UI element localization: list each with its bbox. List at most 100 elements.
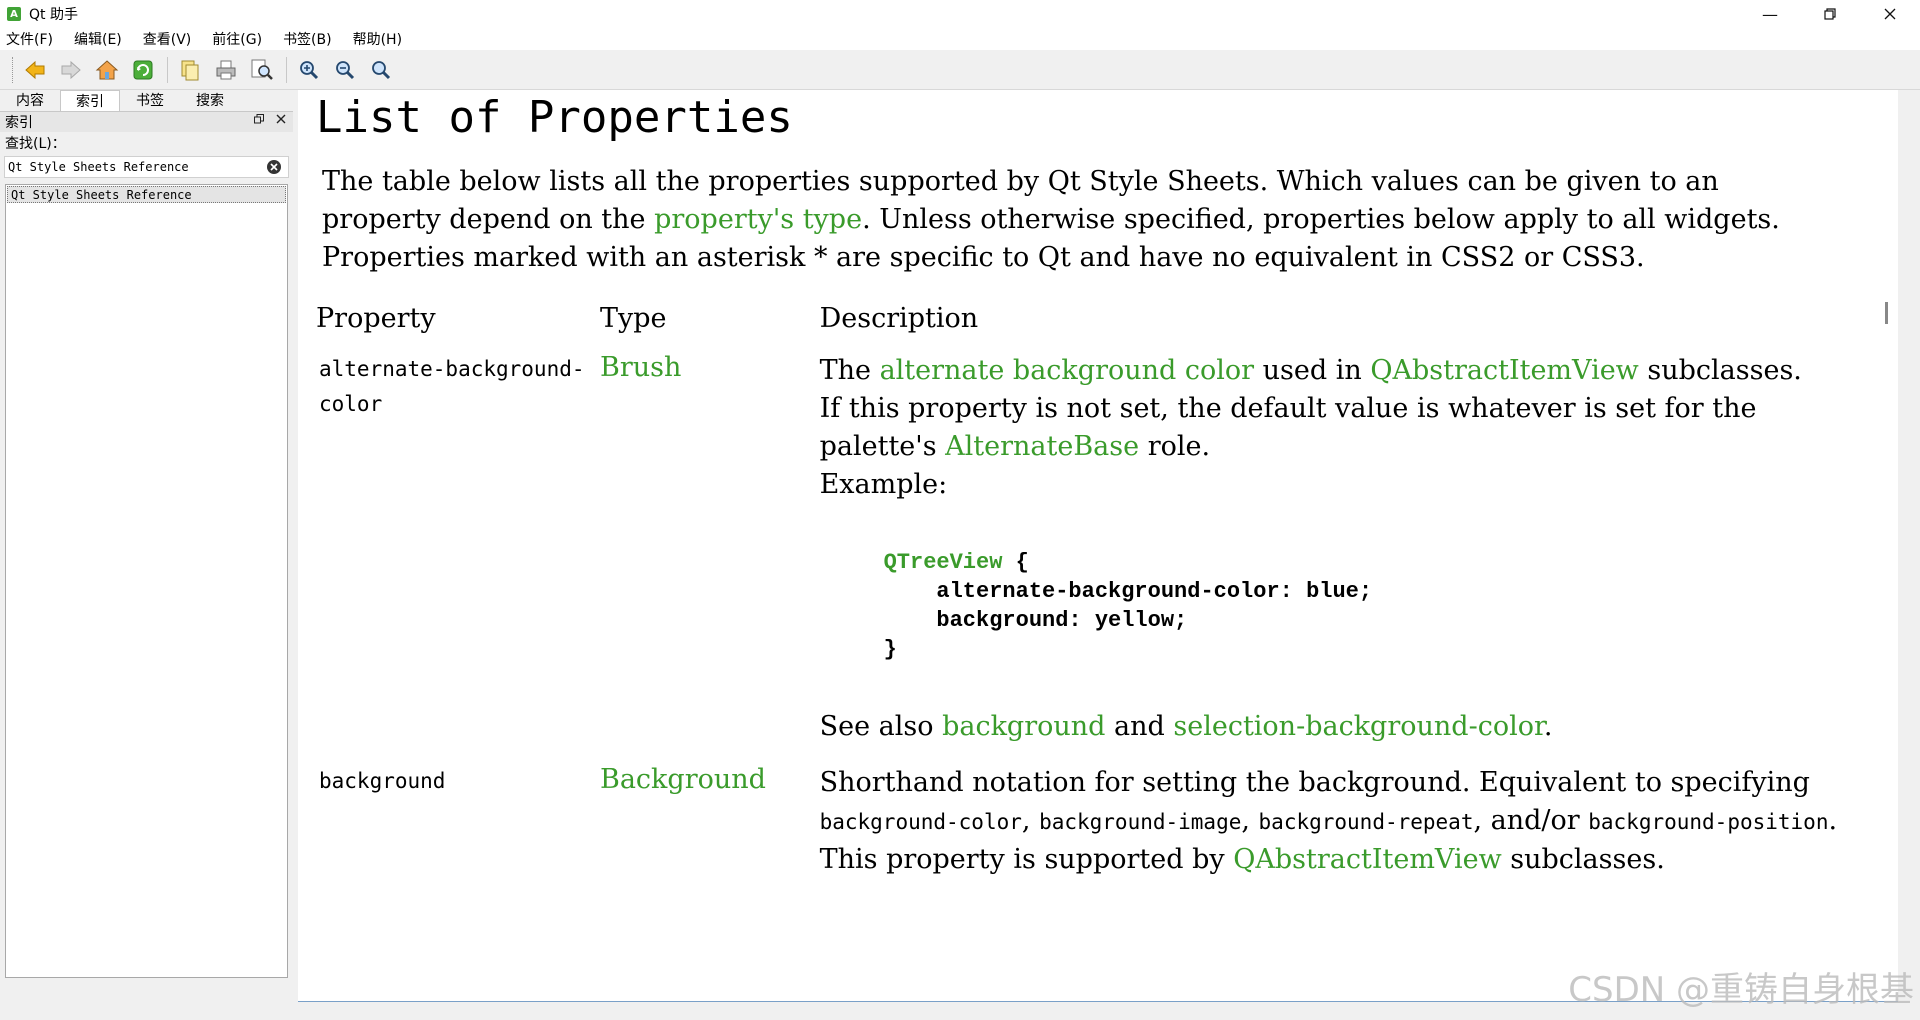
watermark: CSDN @重铸自身根基 [1568,970,1914,1010]
find-label: 查找(L)： [5,136,66,152]
scroll-thumb[interactable] [1885,302,1888,324]
qabstractitemview-link[interactable]: QAbstractItemView [1233,844,1501,875]
menu-help[interactable]: 帮助(H) [353,29,402,49]
menu-bar: 文件(F) 编辑(E) 查看(V) 前往(G) 书签(B) 帮助(H) [0,28,1920,50]
zoom-in-button[interactable] [295,56,323,84]
inline-code: background-color [819,810,1022,834]
inline-code: background-repeat [1258,810,1474,834]
property-name: background [319,769,446,793]
selection-background-color-link[interactable]: selection-background-color [1173,711,1544,742]
type-link[interactable]: Background [600,764,766,795]
zoom-in-icon [300,60,319,79]
alternate-background-color-link[interactable]: alternate background color [880,355,1255,386]
property-type-link[interactable]: property's type [654,204,862,235]
header-property: Property [316,303,436,334]
qabstractitemview-link[interactable]: QAbstractItemView [1370,355,1638,386]
table-row: alternate-background-color Brush The alt… [316,352,1876,764]
app-icon: A [7,7,21,21]
tab-search[interactable]: 搜索 [180,90,240,111]
copy-button[interactable] [176,56,204,84]
sync-button[interactable] [129,56,157,84]
clear-search-icon[interactable] [266,159,282,175]
document-view: List of Properties The table below lists… [298,90,1898,1002]
toolbar-grip[interactable] [12,56,15,83]
float-dock-button[interactable] [251,114,267,127]
menu-file[interactable]: 文件(F) [6,29,53,49]
code-example: QTreeView { alternate-background-color: … [884,548,1876,664]
home-icon [95,59,119,79]
see-also-text: . [1543,711,1553,742]
desc-text: , [1241,805,1259,836]
code-selector: QTreeView [883,550,1003,575]
search-input[interactable] [5,157,255,177]
minimize-button[interactable]: — [1740,0,1800,28]
dock-header: 索引 [0,112,293,132]
alternatebase-link[interactable]: AlternateBase [945,431,1139,462]
property-description: Shorthand notation for setting the backg… [820,764,1876,897]
close-icon [1884,8,1896,20]
copy-icon [181,60,199,80]
menu-view[interactable]: 查看(V) [143,29,192,49]
property-name: alternate-background-color [319,357,585,416]
page-title: List of Properties [316,92,793,143]
tab-bookmarks[interactable]: 书签 [120,90,180,111]
code-text: background: yellow; [883,608,1188,633]
float-icon [254,114,264,124]
header-type: Type [599,303,667,334]
code-text: alternate-background-color: blue; [883,579,1373,604]
inline-code: background-position [1588,810,1829,834]
dock-title: 索引 [5,115,33,131]
table-row: background Background Shorthand notation… [316,764,1876,897]
properties-table: Property Type Description alternate-back… [316,303,1876,897]
close-button[interactable] [1860,0,1920,28]
desc-text: used in [1254,355,1371,386]
home-button[interactable] [93,56,121,84]
menu-go[interactable]: 前往(G) [212,29,262,49]
close-icon [276,114,286,124]
forward-button[interactable] [57,56,85,84]
print-button[interactable] [212,56,240,84]
table-header-row: Property Type Description [316,303,1876,352]
list-item[interactable]: Qt Style Sheets Reference [7,186,286,203]
code-text: { [1002,550,1029,575]
zoom-out-icon [336,60,355,79]
see-also-text: See also [819,711,943,742]
tab-index[interactable]: 索引 [60,90,120,111]
menu-bookmarks[interactable]: 书签(B) [283,29,332,49]
sidebar-tabs: 内容 索引 书签 搜索 [0,90,293,112]
intro-paragraph: The table below lists all the properties… [322,163,1842,277]
desc-text: role. [1139,431,1211,462]
window-title: Qt 助手 [29,7,78,23]
inline-code: background-image [1039,810,1242,834]
vertical-scrollbar[interactable] [1876,90,1898,1002]
tab-contents[interactable]: 内容 [0,90,60,111]
desc-text: This property is supported by [819,844,1234,875]
restore-button[interactable] [1800,0,1860,28]
sync-icon [133,60,153,79]
desc-text: , and/or [1473,805,1589,836]
header-description: Description [819,303,979,334]
type-link[interactable]: Brush [600,352,681,383]
magnifier-icon [372,60,391,79]
find-in-text-button[interactable] [248,56,276,84]
toolbar-separator [167,56,168,83]
desc-text: subclasses. [1501,844,1665,875]
close-dock-button[interactable] [273,114,289,127]
code-text: } [883,637,897,662]
property-description: The alternate background color used in Q… [820,352,1876,764]
reset-zoom-button[interactable] [367,56,395,84]
toolbar-separator [286,56,287,83]
desc-text: subclasses. [1638,355,1802,386]
desc-text: . [1828,805,1838,836]
menu-edit[interactable]: 编辑(E) [74,29,122,49]
background-link[interactable]: background [942,711,1105,742]
desc-text: The [819,355,880,386]
back-button[interactable] [21,56,49,84]
arrow-left-icon [25,60,45,79]
printer-icon [216,60,236,79]
toolbar [0,50,1920,90]
desc-text: Shorthand notation for setting the backg… [819,767,1810,798]
title-bar: A Qt 助手 — [0,0,1920,28]
example-label: Example: [819,469,948,500]
zoom-out-button[interactable] [331,56,359,84]
